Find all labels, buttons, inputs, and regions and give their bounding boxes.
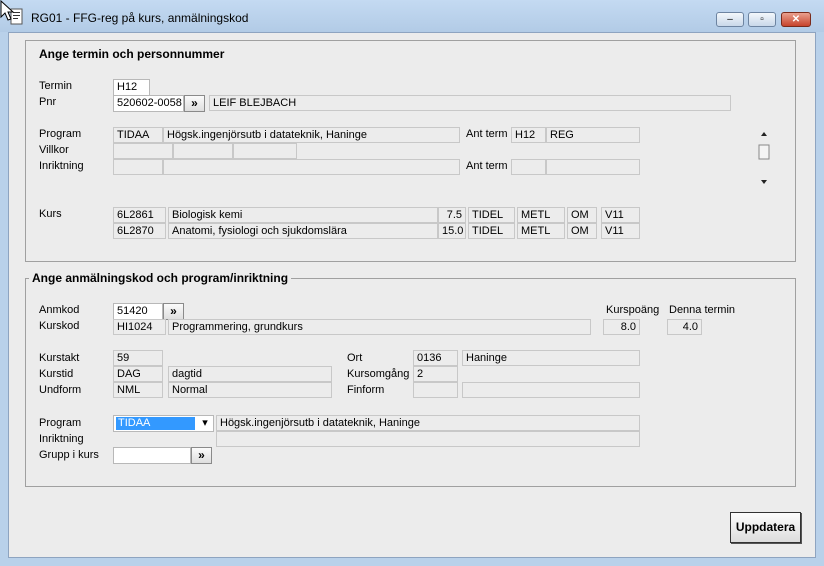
course-col-4: V11 (601, 223, 640, 239)
kurstid-label: Kurstid (39, 368, 74, 380)
course-col-3: OM (567, 223, 597, 239)
program-code-field: TIDAA (113, 127, 163, 143)
pnr-input[interactable]: 520602-0058 (113, 95, 184, 112)
minimize-icon: ‒ (727, 14, 733, 25)
kursomgang-label: Kursomgång (347, 368, 410, 380)
termin-input[interactable]: H12 (113, 79, 150, 96)
course-name: Anatomi, fysiologi och sjukdomslära (168, 223, 438, 239)
ant-term-label-2: Ant term (466, 160, 508, 172)
minimize-button[interactable]: ‒ (716, 12, 744, 27)
pnr-browse-button[interactable]: » (184, 95, 205, 112)
inriktning-code-field (113, 159, 163, 175)
kurstid-text-field: dagtid (168, 366, 332, 382)
villkor-field-2 (173, 143, 233, 159)
scroll-up-icon (761, 132, 767, 136)
chevron-double-right-icon: » (198, 448, 205, 462)
program-select[interactable]: TIDAA ▾ (113, 415, 214, 432)
scroll-thumb (758, 144, 770, 160)
ant-term-label: Ant term (466, 128, 508, 140)
finform-code-field (413, 382, 458, 398)
villkor-field-1 (113, 143, 173, 159)
close-icon: ✕ (791, 14, 801, 25)
program-select-value: TIDAA (116, 417, 195, 430)
course-code: 6L2861 (113, 207, 166, 223)
undform-label: Undform (39, 384, 82, 396)
undform-code-field: NML (113, 382, 163, 398)
course-code: 6L2870 (113, 223, 166, 239)
ant-term-status-field: REG (546, 127, 640, 143)
inriktning-name-field (163, 159, 460, 175)
ort-label: Ort (347, 352, 363, 364)
kurskod-field: HI1024 (113, 319, 166, 335)
course-col-2: METL (517, 207, 565, 223)
undform-text-field: Normal (168, 382, 332, 398)
course-col-1: TIDEL (468, 207, 515, 223)
maximize-icon: ▫ (760, 14, 764, 25)
denna-termin-field: 4.0 (667, 319, 702, 335)
section1-heading: Ange termin och personnummer (36, 47, 228, 61)
inriktning-label: Inriktning (39, 160, 84, 172)
finform-text-field (462, 382, 640, 398)
kurs-name-field: Programmering, grundkurs (168, 319, 591, 335)
ort-code-field: 0136 (413, 350, 458, 366)
anmkod-input[interactable]: 51420 (113, 303, 163, 320)
ort-name-field: Haninge (462, 350, 640, 366)
course-col-2: METL (517, 223, 565, 239)
program-label: Program (39, 128, 82, 140)
ant-term-status-field-2 (546, 159, 640, 175)
course-credits: 7.5 (438, 207, 466, 223)
update-button[interactable]: Uppdatera (730, 512, 801, 543)
inriktning-label-2: Inriktning (39, 433, 84, 445)
kursomgang-field: 2 (413, 366, 458, 382)
inriktning-field-2 (216, 431, 640, 447)
anmkod-browse-button[interactable]: » (163, 303, 184, 320)
close-button[interactable]: ✕ (781, 12, 811, 27)
grupp-input[interactable] (113, 447, 191, 464)
ant-term-field-2 (511, 159, 546, 175)
course-col-3: OM (567, 207, 597, 223)
section2-heading: Ange anmälningskod och program/inriktnin… (29, 271, 292, 285)
program-name-field: Högsk.ingenjörsutb i datateknik, Haninge (163, 127, 460, 143)
grupp-browse-button[interactable]: » (191, 447, 212, 464)
window-title: RG01 - FFG-reg på kurs, anmälningskod (31, 11, 249, 25)
termin-label: Termin (39, 80, 73, 92)
kurstid-code-field: DAG (113, 366, 163, 382)
chevron-double-right-icon: » (170, 304, 177, 318)
kurstakt-field: 59 (113, 350, 163, 366)
kurs-label: Kurs (39, 208, 62, 220)
course-col-4: V11 (601, 207, 640, 223)
kurspoang-label: Kurspoäng (606, 304, 660, 316)
pnr-label: Pnr (39, 96, 57, 108)
person-name-field: LEIF BLEJBACH (209, 95, 731, 111)
course-col-1: TIDEL (468, 223, 515, 239)
villkor-field-3 (233, 143, 297, 159)
maximize-button[interactable]: ▫ (748, 12, 776, 27)
chevron-double-right-icon: » (191, 96, 198, 110)
kurspoang-field: 8.0 (603, 319, 640, 335)
kurstakt-label: Kurstakt (39, 352, 80, 364)
scroll-down-icon (761, 180, 767, 184)
villkor-label: Villkor (39, 144, 69, 156)
program-name-field-2: Högsk.ingenjörsutb i datateknik, Haninge (216, 415, 640, 431)
ant-term-field: H12 (511, 127, 546, 143)
dropdown-arrow-icon: ▾ (202, 417, 208, 429)
course-credits: 15.0 (438, 223, 466, 239)
kurskod-label: Kurskod (39, 320, 80, 332)
course-name: Biologisk kemi (168, 207, 438, 223)
scrollbar[interactable] (757, 127, 771, 189)
program-label-2: Program (39, 417, 82, 429)
anmkod-label: Anmkod (39, 304, 80, 316)
mouse-cursor-icon (0, 0, 15, 21)
denna-termin-label: Denna termin (669, 304, 736, 316)
grupp-label: Grupp i kurs (39, 449, 99, 461)
finform-label: Finform (347, 384, 385, 396)
